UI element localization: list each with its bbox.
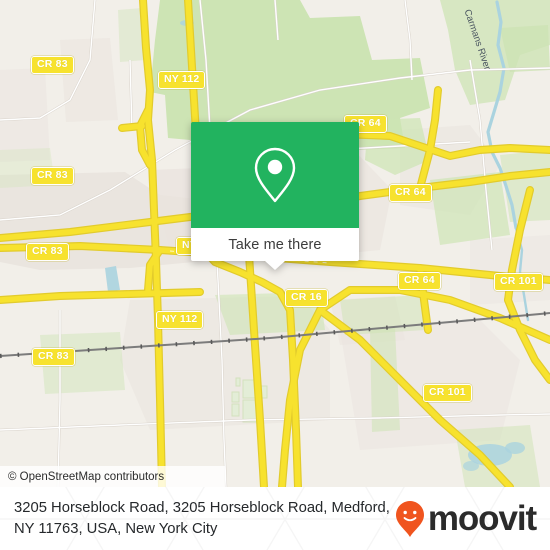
map-screenshot: CR 83 NY 112 CR 64 CR 83 CR 64 CR 83 NY … [0,0,550,550]
road-shield-cr83[interactable]: CR 83 [31,56,74,74]
attribution-text: © OpenStreetMap contributors [8,470,165,483]
road-shield-cr83-3[interactable]: CR 83 [26,243,69,261]
map-canvas[interactable]: CR 83 NY 112 CR 64 CR 83 CR 64 CR 83 NY … [0,0,550,487]
road-shield-cr64-3[interactable]: CR 64 [398,272,441,290]
moovit-logo[interactable]: moovit [395,499,537,538]
popup-action-bar[interactable]: Take me there [191,228,359,270]
map-pin-icon [254,147,296,203]
road-shield-cr83-2[interactable]: CR 83 [31,167,74,185]
road-shield-cr101[interactable]: CR 101 [494,273,543,291]
road-shield-cr83-4[interactable]: CR 83 [32,348,75,366]
location-popup[interactable]: Take me there [191,122,359,270]
moovit-smiley-pin-icon [395,500,424,537]
map-attribution[interactable]: © OpenStreetMap contributors [0,466,225,487]
road-shield-cr16[interactable]: CR 16 [285,289,328,307]
road-shield-cr64-2[interactable]: CR 64 [389,184,432,202]
footer-bar: 3205 Horseblock Road, 3205 Horseblock Ro… [0,487,550,550]
address-text: 3205 Horseblock Road, 3205 Horseblock Ro… [14,499,390,537]
road-shield-cr101-2[interactable]: CR 101 [423,384,472,402]
moovit-wordmark: moovit [427,499,537,538]
popup-header [191,122,359,228]
popup-pointer-triangle [265,261,285,270]
road-shield-ny112[interactable]: NY 112 [158,71,206,89]
take-me-there-button[interactable]: Take me there [228,237,321,253]
road-shield-ny112-2[interactable]: NY 112 [156,311,204,329]
